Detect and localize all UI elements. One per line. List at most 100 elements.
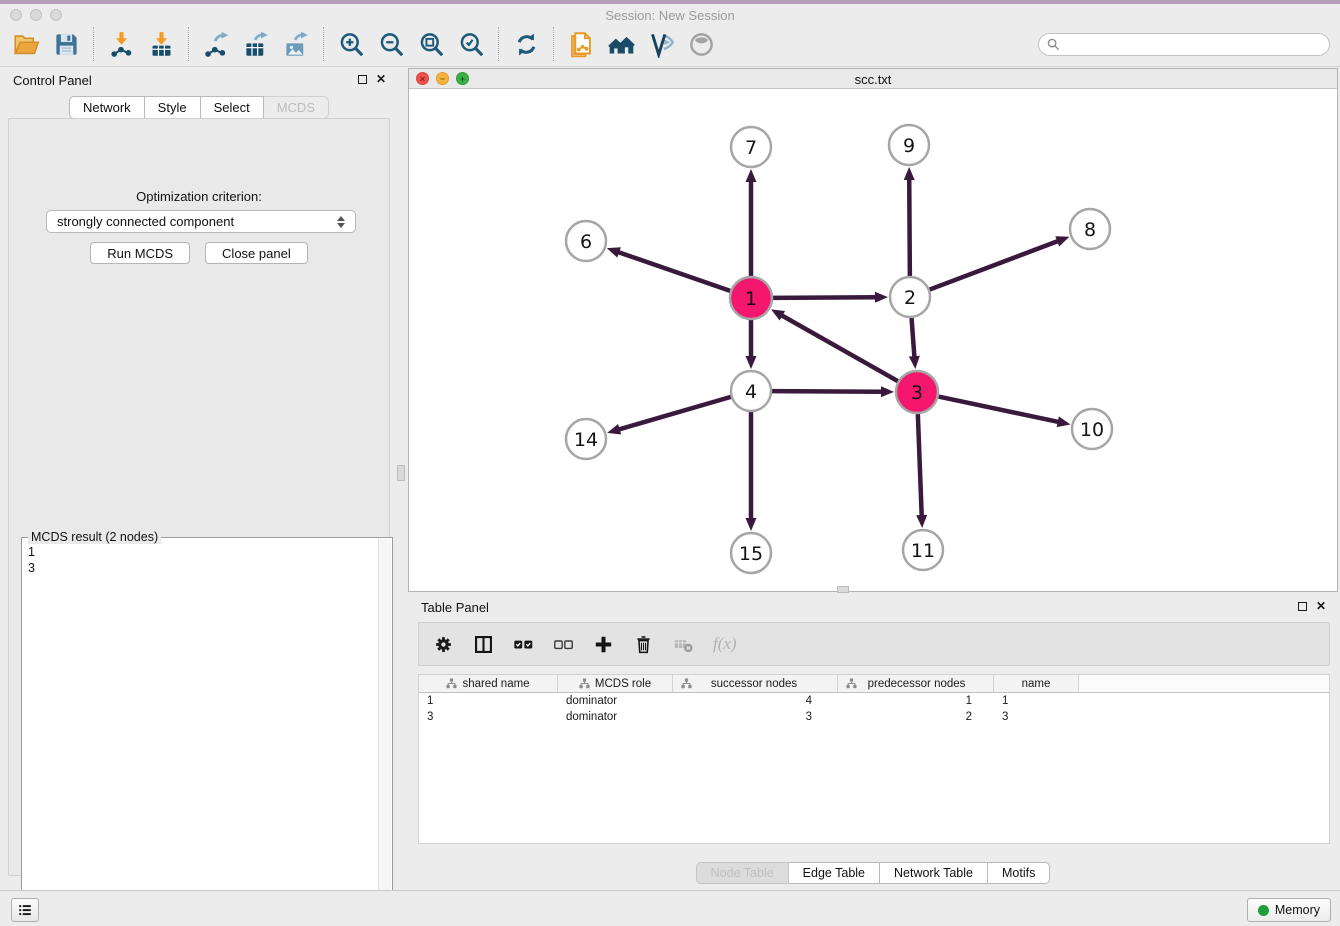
delete-columns-trash-icon[interactable] bbox=[633, 634, 654, 655]
tab-edge-table[interactable]: Edge Table bbox=[789, 862, 880, 884]
unselect-all-columns-icon[interactable] bbox=[553, 634, 574, 655]
zoom-out-button[interactable] bbox=[371, 24, 411, 64]
toolbar-separator bbox=[498, 27, 499, 61]
close-panel-icon[interactable]: ✕ bbox=[1316, 601, 1326, 612]
open-session-button[interactable] bbox=[6, 24, 46, 64]
optimization-criterion-select[interactable]: strongly connected component bbox=[46, 210, 356, 233]
graph-edge-3-1[interactable] bbox=[781, 315, 898, 381]
graph-edge-1-2[interactable] bbox=[773, 297, 877, 298]
graph-edge-arrow bbox=[1055, 236, 1069, 246]
graph-edge-3-10[interactable] bbox=[939, 397, 1060, 423]
float-panel-icon[interactable] bbox=[358, 75, 367, 84]
graph-node-label: 1 bbox=[745, 288, 757, 310]
tab-network[interactable]: Network bbox=[69, 96, 145, 119]
float-panel-icon[interactable] bbox=[1298, 602, 1307, 611]
export-image-button[interactable] bbox=[276, 24, 316, 64]
memory-status-icon bbox=[1258, 905, 1269, 916]
show-all-button[interactable] bbox=[601, 24, 641, 64]
graph-edge-2-8[interactable] bbox=[930, 241, 1059, 290]
node-table: shared name MCDS role successor nodes pr… bbox=[418, 674, 1330, 844]
mcds-panel: Optimization criterion: strongly connect… bbox=[8, 118, 390, 876]
create-new-column-icon[interactable] bbox=[593, 634, 614, 655]
close-panel-button[interactable]: Close panel bbox=[205, 242, 308, 264]
run-mcds-button[interactable]: Run MCDS bbox=[90, 242, 190, 264]
tab-select[interactable]: Select bbox=[201, 96, 264, 119]
tab-style[interactable]: Style bbox=[145, 96, 201, 119]
graph-edge-2-9[interactable] bbox=[909, 178, 910, 276]
toolbar-separator bbox=[323, 27, 324, 61]
splitter-grip-vertical[interactable] bbox=[397, 465, 405, 481]
graph-edge-arrow bbox=[904, 167, 915, 180]
graph-node-label: 6 bbox=[580, 231, 592, 253]
column-header-predecessor-nodes[interactable]: predecessor nodes bbox=[838, 675, 994, 692]
tab-mcds[interactable]: MCDS bbox=[264, 96, 329, 119]
graph-edge-arrow bbox=[607, 424, 621, 435]
window-title: Session: New Session bbox=[0, 8, 1340, 23]
control-panel-tabs: Network Style Select MCDS bbox=[0, 96, 398, 119]
toolbar-separator bbox=[553, 27, 554, 61]
refresh-icon bbox=[513, 31, 540, 58]
table-row[interactable]: 3 dominator 3 2 3 bbox=[419, 709, 1329, 725]
select-all-columns-icon[interactable] bbox=[513, 634, 534, 655]
mcds-result-text[interactable]: 1 3 bbox=[22, 540, 378, 924]
zoom-selected-button[interactable] bbox=[451, 24, 491, 64]
zoom-fit-button[interactable] bbox=[411, 24, 451, 64]
save-session-button[interactable] bbox=[46, 24, 86, 64]
tab-node-table[interactable]: Node Table bbox=[696, 862, 789, 884]
attribute-icon bbox=[846, 678, 857, 689]
import-network-button[interactable] bbox=[101, 24, 141, 64]
close-panel-icon[interactable]: ✕ bbox=[376, 74, 386, 85]
tab-motifs[interactable]: Motifs bbox=[988, 862, 1050, 884]
cell-shared-name: 1 bbox=[419, 695, 558, 707]
graph-edge-arrow bbox=[881, 386, 894, 397]
cell-predecessor-nodes: 2 bbox=[838, 711, 994, 723]
import-network-icon bbox=[108, 31, 135, 58]
table-options-gear-icon[interactable] bbox=[433, 634, 454, 655]
status-bar: Memory bbox=[0, 890, 1340, 926]
graph-edge-2-3[interactable] bbox=[912, 318, 915, 358]
table-toolbar: f(x) bbox=[418, 622, 1330, 666]
graph-node-label: 4 bbox=[745, 381, 757, 403]
result-scrollbar[interactable] bbox=[378, 539, 391, 923]
refresh-view-button[interactable] bbox=[506, 24, 546, 64]
graph-edge-arrow bbox=[607, 247, 621, 257]
show-column-panel-icon[interactable] bbox=[473, 634, 494, 655]
header-spacer bbox=[1079, 675, 1329, 692]
list-icon bbox=[17, 902, 33, 918]
zoom-selected-icon bbox=[458, 31, 485, 58]
show-hidden-button[interactable] bbox=[681, 24, 721, 64]
network-window-title: scc.txt bbox=[409, 72, 1337, 87]
graph-edge-4-3[interactable] bbox=[772, 391, 883, 392]
table-row[interactable]: 1 dominator 4 1 1 bbox=[419, 693, 1329, 709]
eye-disabled-icon bbox=[688, 31, 715, 58]
export-network-button[interactable] bbox=[196, 24, 236, 64]
splitter-grip-horizontal[interactable] bbox=[837, 586, 849, 593]
graph-edge-1-6[interactable] bbox=[617, 252, 730, 291]
new-network-from-selection-button[interactable] bbox=[561, 24, 601, 64]
tab-network-table[interactable]: Network Table bbox=[880, 862, 988, 884]
cell-predecessor-nodes: 1 bbox=[838, 695, 994, 707]
column-header-successor-nodes[interactable]: successor nodes bbox=[673, 675, 838, 692]
column-header-mcds-role[interactable]: MCDS role bbox=[558, 675, 673, 692]
graph-edge-4-14[interactable] bbox=[618, 397, 731, 430]
column-header-name[interactable]: name bbox=[994, 675, 1079, 692]
task-history-button[interactable] bbox=[11, 898, 39, 922]
export-table-button[interactable] bbox=[236, 24, 276, 64]
search-input[interactable] bbox=[1064, 37, 1321, 51]
cell-shared-name: 3 bbox=[419, 711, 558, 723]
cell-name: 1 bbox=[994, 695, 1079, 707]
column-header-shared-name[interactable]: shared name bbox=[419, 675, 558, 692]
zoom-in-button[interactable] bbox=[331, 24, 371, 64]
graph-node-label: 11 bbox=[911, 540, 935, 562]
search-icon bbox=[1047, 38, 1060, 51]
search-field[interactable] bbox=[1038, 33, 1330, 56]
graph-node-label: 15 bbox=[739, 543, 763, 565]
network-canvas[interactable]: 7968124314101511 bbox=[409, 89, 1337, 591]
memory-button[interactable]: Memory bbox=[1247, 898, 1331, 922]
graph-edge-3-11[interactable] bbox=[918, 414, 922, 517]
hide-selected-button[interactable] bbox=[641, 24, 681, 64]
cell-successor-nodes: 3 bbox=[673, 711, 838, 723]
graph-node-label: 9 bbox=[903, 135, 915, 157]
control-panel-title: Control Panel bbox=[13, 73, 92, 88]
import-table-button[interactable] bbox=[141, 24, 181, 64]
